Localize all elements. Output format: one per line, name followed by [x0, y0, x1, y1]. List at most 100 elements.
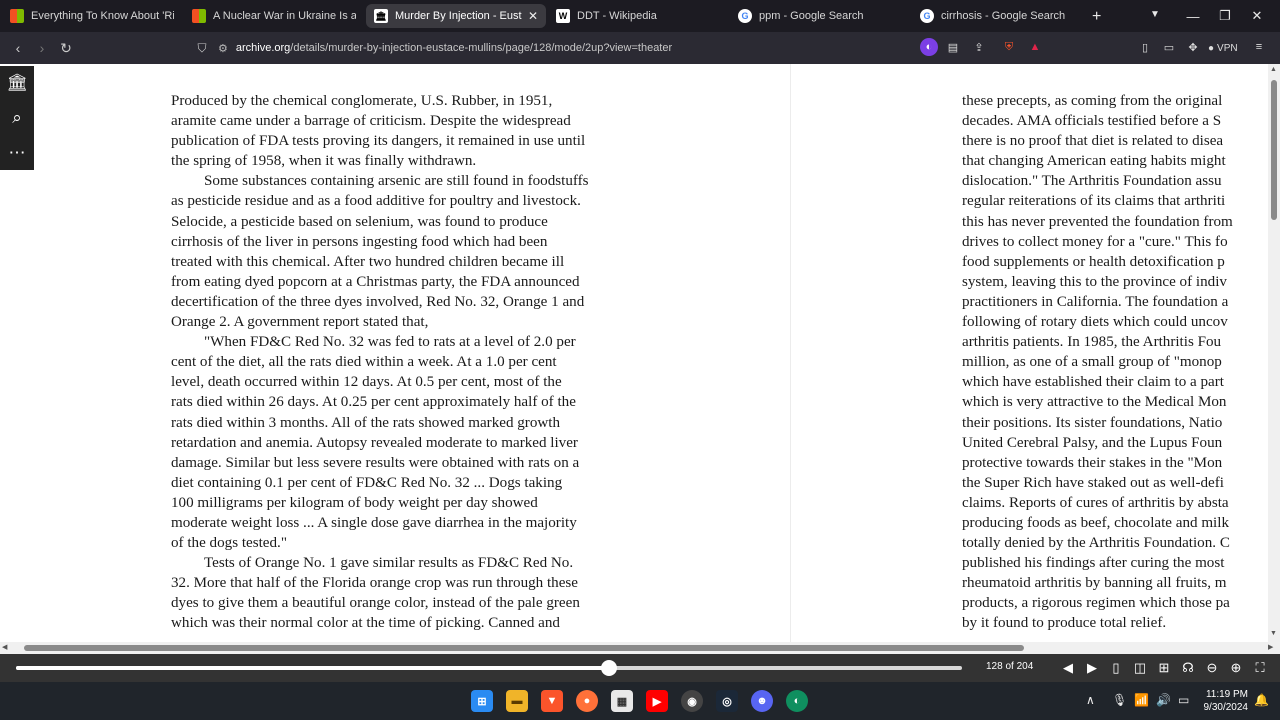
- thumbnail-view-icon[interactable]: ⊞: [1154, 658, 1174, 678]
- text-line: 32. More that half of the Florida orange…: [171, 575, 579, 592]
- next-page-icon[interactable]: ▶: [1082, 658, 1102, 678]
- read-aloud-icon[interactable]: ☊: [1178, 658, 1198, 678]
- brave-rewards-icon[interactable]: ▲: [1026, 38, 1044, 56]
- url-host: archive.org: [235, 42, 291, 54]
- scroll-down-icon[interactable]: ▼: [1270, 630, 1277, 637]
- tab-list: Everything To Know About 'Ring A Nuclear …: [0, 0, 1092, 32]
- vpn-button[interactable]: ● VPN: [1208, 40, 1244, 56]
- firefox-icon[interactable]: ●: [576, 690, 598, 712]
- tab-3[interactable]: 🏛 Murder By Injection - Eusta ✕: [366, 4, 546, 28]
- notifications-icon[interactable]: 🔔: [1254, 693, 1269, 707]
- forward-button[interactable]: ›: [30, 36, 54, 60]
- back-button[interactable]: ‹: [6, 36, 30, 60]
- text-line: published his findings after curing the …: [962, 555, 1225, 572]
- tab-2[interactable]: A Nuclear War in Ukraine Is a Dis: [184, 4, 364, 28]
- tab-5[interactable]: Gppm - Google Search: [730, 4, 910, 28]
- brave-browser-icon[interactable]: ▼: [541, 690, 563, 712]
- vpn-status-icon: ●: [1208, 42, 1215, 54]
- zoom-in-icon[interactable]: ⊕: [1226, 658, 1246, 678]
- search-icon[interactable]: ⌕: [5, 106, 29, 130]
- text-line: totally denied by the Arthritis Foundati…: [962, 535, 1230, 552]
- scroll-left-icon[interactable]: ◀: [2, 643, 7, 651]
- steam-icon[interactable]: ◎: [716, 690, 738, 712]
- book-paragraph: "When FD&C Red No. 32 was fed to rats at…: [171, 332, 661, 553]
- obs-icon[interactable]: ◉: [681, 690, 703, 712]
- address-bar[interactable]: ⚙ archive.org/details/murder-by-injectio…: [218, 36, 908, 60]
- text-line: practitioners in California. The foundat…: [962, 293, 1229, 310]
- text-line: the spring of 1958, when it was finally …: [171, 153, 477, 170]
- sidebar-toggle-icon[interactable]: ▯: [1136, 38, 1154, 56]
- windows-taskbar: ⊞ ▬ ▼ ● ▦ ▶ ◉ ◎ ☻ ◐ ∧ 🎙 📶 🔊 ▭ 11:19 PM 9…: [0, 682, 1280, 720]
- discord-icon[interactable]: ☻: [751, 690, 773, 712]
- text-line: rats died within 26 days. At 0.25 per ce…: [171, 394, 576, 411]
- new-tab-button[interactable]: +: [1092, 8, 1101, 26]
- fullscreen-icon[interactable]: ⛶: [1250, 658, 1270, 678]
- text-line: the Super Rich have staked out as well-d…: [962, 474, 1224, 491]
- tab-title: Murder By Injection - Eusta: [395, 10, 522, 22]
- tab-title: A Nuclear War in Ukraine Is a Dis: [213, 10, 356, 22]
- google-icon: G: [738, 9, 752, 23]
- tab-4[interactable]: W DDT - Wikipedia: [548, 4, 728, 28]
- scroll-right-icon[interactable]: ▶: [1268, 643, 1273, 651]
- text-line: regular reiterations of its claims that …: [962, 193, 1226, 210]
- brave-shields-icon[interactable]: ⛨: [1000, 38, 1018, 56]
- page-counter: 128 of 204: [986, 661, 1034, 672]
- tab-6[interactable]: Gcirrhosis - Google Search: [912, 4, 1092, 28]
- menu-icon[interactable]: ≡: [1250, 38, 1268, 56]
- right-book-page: these precepts, as coming from the origi…: [962, 91, 1268, 634]
- vertical-scrollbar[interactable]: ▲ ▼: [1268, 64, 1280, 642]
- scroll-up-icon[interactable]: ▲: [1270, 66, 1277, 73]
- battery-icon[interactable]: ▭: [1178, 693, 1189, 707]
- reader-mode-icon[interactable]: ▤: [944, 38, 962, 56]
- maximize-button[interactable]: ❐: [1208, 0, 1242, 32]
- text-line: diet containing 0.1 per cent of FD&C Red…: [171, 474, 563, 491]
- tab-list-dropdown-icon[interactable]: ▼: [1150, 9, 1160, 20]
- text-line: which have established their claim to a …: [962, 374, 1224, 391]
- site-info-icon[interactable]: ⚙: [218, 42, 228, 55]
- system-clock[interactable]: 11:19 PM 9/30/2024: [1196, 688, 1249, 714]
- page-slider[interactable]: [16, 660, 962, 676]
- zoom-out-icon[interactable]: ⊖: [1202, 658, 1222, 678]
- text-line: dyes to give them a beautiful orange col…: [171, 595, 580, 612]
- text-line: claims. Reports of cures of arthritis by…: [962, 494, 1229, 511]
- network-icon[interactable]: 📶: [1134, 693, 1149, 707]
- more-options-icon[interactable]: ⋯: [5, 141, 29, 165]
- share-icon[interactable]: ⇪: [970, 38, 988, 56]
- bookmark-icon[interactable]: ⛉: [190, 36, 214, 60]
- text-line: producing foods as beef, chocolate and m…: [962, 514, 1229, 531]
- book-paragraph: Produced by the chemical conglomerate, U…: [171, 91, 661, 171]
- windows-start-icon[interactable]: ⊞: [471, 690, 493, 712]
- text-line: from eating dyed popcorn at a Christmas …: [171, 273, 580, 290]
- archive-library-icon[interactable]: 🏛: [5, 71, 29, 95]
- file-explorer-icon[interactable]: ▬: [506, 690, 528, 712]
- archive-icon: 🏛: [374, 9, 388, 23]
- previous-page-icon[interactable]: ◀: [1058, 658, 1078, 678]
- close-tab-icon[interactable]: ✕: [528, 9, 538, 23]
- microphone-icon[interactable]: 🎙: [1112, 693, 1127, 707]
- calculator-icon[interactable]: ▦: [611, 690, 633, 712]
- vertical-scroll-thumb[interactable]: [1271, 80, 1277, 220]
- text-line: decertification of the three dyes involv…: [171, 293, 585, 310]
- text-line: by it found to produce total relief.: [962, 615, 1167, 632]
- close-window-button[interactable]: ✕: [1240, 0, 1274, 32]
- horizontal-scroll-thumb[interactable]: [24, 645, 1024, 651]
- show-hidden-icons[interactable]: ∧: [1086, 693, 1095, 707]
- page-slider-handle[interactable]: [601, 660, 618, 676]
- tab-1[interactable]: Everything To Know About 'Ring: [2, 4, 182, 28]
- reload-button[interactable]: ↻: [54, 36, 78, 60]
- left-book-page: Produced by the chemical conglomerate, U…: [171, 91, 661, 634]
- youtube-icon[interactable]: ▶: [646, 690, 668, 712]
- horizontal-scrollbar[interactable]: ◀ ▶: [0, 642, 1280, 654]
- leo-ai-icon[interactable]: ◐: [920, 38, 938, 56]
- two-page-view-icon[interactable]: ◫: [1130, 658, 1150, 678]
- one-page-view-icon[interactable]: ▯: [1106, 658, 1126, 678]
- wallet-icon[interactable]: ▭: [1160, 38, 1178, 56]
- volume-icon[interactable]: 🔊: [1156, 693, 1171, 707]
- text-line: treated with this chemical. After two hu…: [171, 253, 565, 270]
- edge-icon[interactable]: ◐: [786, 690, 808, 712]
- book-paragraph: Tests of Orange No. 1 gave similar resul…: [171, 553, 661, 633]
- minimize-button[interactable]: —: [1176, 0, 1210, 32]
- extensions-icon[interactable]: ✥: [1184, 38, 1202, 56]
- text-line: 100 milligrams per kilogram of body weig…: [171, 494, 538, 511]
- text-line: which was their normal color at the time…: [171, 615, 560, 632]
